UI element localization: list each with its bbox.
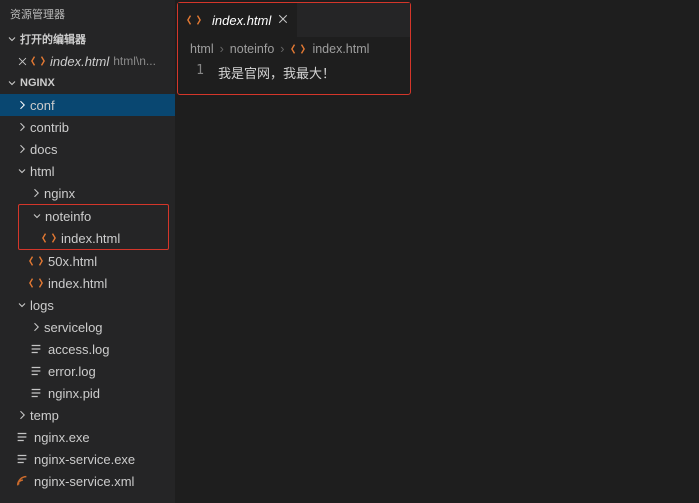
file-label: nginx.pid	[48, 386, 100, 401]
explorer-title: 资源管理器	[0, 0, 175, 28]
breadcrumb-separator: ›	[280, 42, 284, 56]
folder-noteinfo[interactable]: noteinfo	[19, 205, 168, 227]
line-number: 1	[178, 63, 218, 82]
highlighted-tree-block: noteinfo index.html	[18, 204, 169, 250]
folder-label: noteinfo	[45, 209, 91, 224]
file-errorlog[interactable]: error.log	[0, 360, 175, 382]
tab-label: index.html	[212, 13, 271, 28]
folder-label: logs	[30, 298, 54, 313]
highlighted-editor-block: index.html html › noteinfo › index.html …	[177, 2, 411, 95]
folder-docs[interactable]: docs	[0, 138, 175, 160]
html-file-icon	[186, 12, 202, 28]
html-file-icon	[41, 230, 57, 246]
text-file-icon	[28, 341, 44, 357]
file-label: error.log	[48, 364, 96, 379]
open-editor-name: index.html	[50, 54, 109, 69]
open-editor-path: html\n...	[113, 54, 156, 68]
file-nginxserviceexe[interactable]: nginx-service.exe	[0, 448, 175, 470]
open-editors-header[interactable]: 打开的编辑器	[0, 28, 175, 50]
folder-contrib[interactable]: contrib	[0, 116, 175, 138]
chevron-down-icon	[4, 31, 20, 47]
code-line[interactable]: 我是官网，我最大！	[218, 63, 335, 82]
file-label: nginx-service.exe	[34, 452, 135, 467]
chevron-right-icon	[28, 319, 44, 335]
folder-logs[interactable]: logs	[0, 294, 175, 316]
text-file-icon	[14, 429, 30, 445]
breadcrumb-separator: ›	[220, 42, 224, 56]
project-header[interactable]: NGINX	[0, 72, 175, 94]
tab-bar: index.html	[178, 3, 410, 37]
file-nginxservicexml[interactable]: nginx-service.xml	[0, 470, 175, 492]
folder-nginx[interactable]: nginx	[0, 182, 175, 204]
folder-conf[interactable]: conf	[0, 94, 175, 116]
html-file-icon	[30, 53, 46, 69]
file-label: nginx.exe	[34, 430, 90, 445]
breadcrumb-item[interactable]: html	[190, 42, 214, 56]
html-file-icon	[28, 253, 44, 269]
breadcrumb-item[interactable]: noteinfo	[230, 42, 274, 56]
folder-label: conf	[30, 98, 55, 113]
close-icon[interactable]	[277, 13, 289, 28]
chevron-down-icon	[4, 75, 20, 91]
breadcrumb[interactable]: html › noteinfo › index.html	[178, 37, 410, 61]
project-label: NGINX	[20, 77, 55, 89]
close-icon[interactable]	[14, 56, 30, 67]
file-label: nginx-service.xml	[34, 474, 134, 489]
text-file-icon	[28, 385, 44, 401]
file-label: 50x.html	[48, 254, 97, 269]
chevron-right-icon	[14, 119, 30, 135]
chevron-right-icon	[14, 407, 30, 423]
chevron-down-icon	[14, 297, 30, 313]
file-accesslog[interactable]: access.log	[0, 338, 175, 360]
folder-label: docs	[30, 142, 57, 157]
file-label: index.html	[61, 231, 120, 246]
folder-label: nginx	[44, 186, 75, 201]
text-file-icon	[14, 451, 30, 467]
chevron-right-icon	[28, 185, 44, 201]
folder-label: html	[30, 164, 55, 179]
file-label: index.html	[48, 276, 107, 291]
tab-index-html[interactable]: index.html	[178, 3, 298, 37]
file-nginxexe[interactable]: nginx.exe	[0, 426, 175, 448]
file-nginxpid[interactable]: nginx.pid	[0, 382, 175, 404]
chevron-down-icon	[29, 208, 45, 224]
folder-html[interactable]: html	[0, 160, 175, 182]
file-label: access.log	[48, 342, 109, 357]
editor-content[interactable]: 1 我是官网，我最大！	[178, 61, 410, 94]
folder-label: temp	[30, 408, 59, 423]
file-noteinfo-index[interactable]: index.html	[19, 227, 168, 249]
folder-label: servicelog	[44, 320, 103, 335]
open-editors-label: 打开的编辑器	[20, 31, 86, 47]
breadcrumb-item[interactable]: index.html	[312, 42, 369, 56]
folder-label: contrib	[30, 120, 69, 135]
folder-temp[interactable]: temp	[0, 404, 175, 426]
open-editor-item[interactable]: index.html html\n...	[0, 50, 175, 72]
chevron-right-icon	[14, 141, 30, 157]
text-file-icon	[28, 363, 44, 379]
file-50x[interactable]: 50x.html	[0, 250, 175, 272]
xml-file-icon	[14, 473, 30, 489]
editor-area: index.html html › noteinfo › index.html …	[175, 0, 699, 503]
folder-servicelog[interactable]: servicelog	[0, 316, 175, 338]
chevron-down-icon	[14, 163, 30, 179]
html-file-icon	[28, 275, 44, 291]
file-html-index[interactable]: index.html	[0, 272, 175, 294]
html-file-icon	[290, 41, 306, 57]
chevron-right-icon	[14, 97, 30, 113]
explorer-sidebar: 资源管理器 打开的编辑器 index.html html\n... NGINX …	[0, 0, 175, 503]
